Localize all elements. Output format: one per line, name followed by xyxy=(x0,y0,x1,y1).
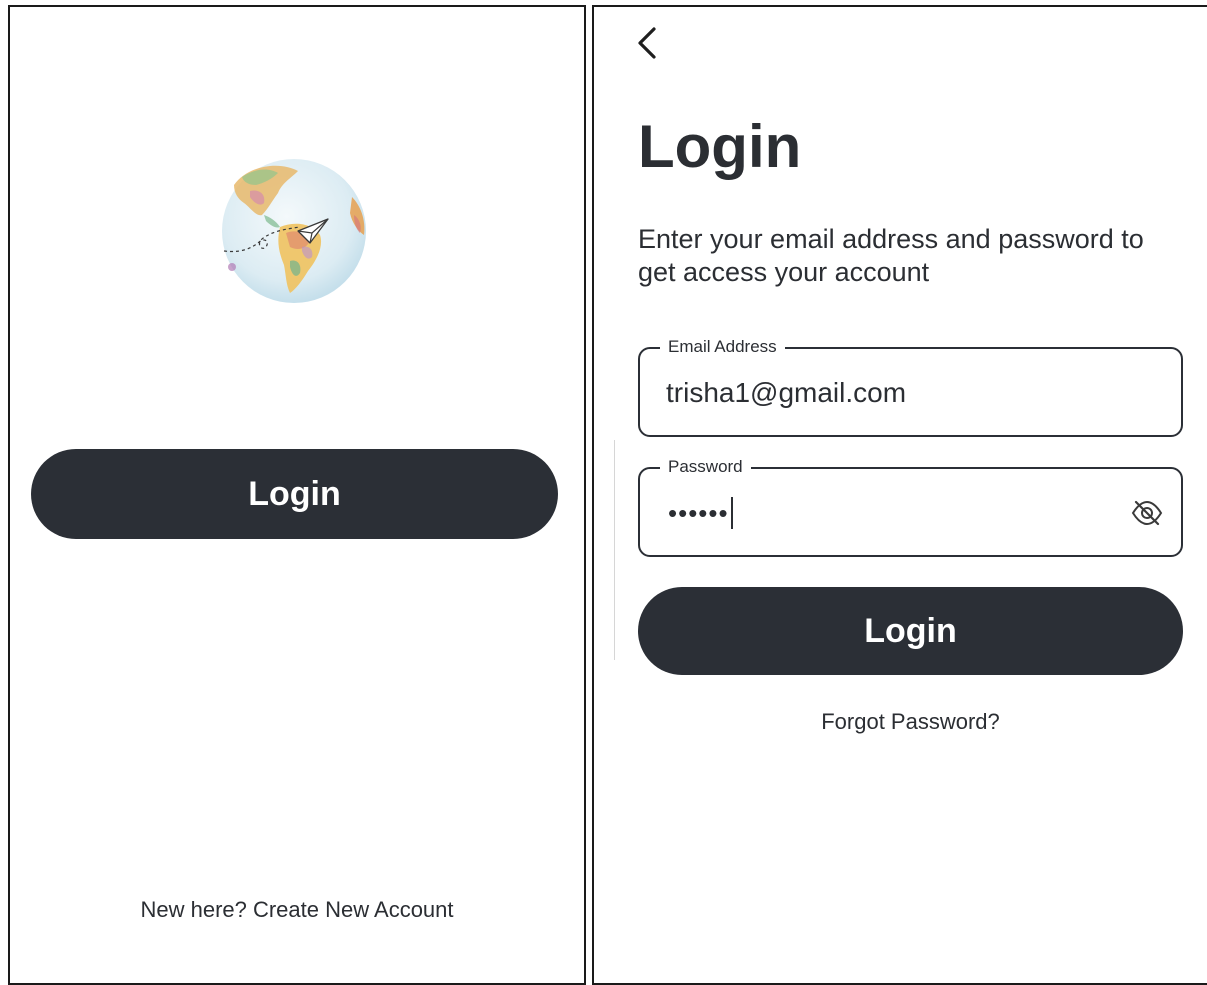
page-subtitle: Enter your email address and password to… xyxy=(638,224,1144,287)
eye-off-icon[interactable] xyxy=(1131,499,1163,527)
login-button[interactable]: Login xyxy=(31,449,558,539)
email-field-label: Email Address xyxy=(660,337,785,357)
welcome-screen: Login New here? Create New Account xyxy=(8,5,586,985)
email-input[interactable] xyxy=(666,373,1106,413)
page-title: Login xyxy=(638,113,802,180)
password-field-label: Password xyxy=(660,457,751,477)
submit-login-button[interactable]: Login xyxy=(638,587,1183,675)
chevron-left-icon[interactable] xyxy=(632,23,662,63)
forgot-password-link[interactable]: Forgot Password? xyxy=(638,709,1183,735)
globe-logo-icon xyxy=(222,159,366,303)
text-caret xyxy=(730,497,733,529)
create-account-link[interactable]: New here? Create New Account xyxy=(10,897,584,923)
screen-divider xyxy=(614,440,619,660)
password-masked-value: •••••• xyxy=(668,497,729,528)
password-field[interactable]: Password •••••• xyxy=(638,457,1183,557)
email-field[interactable]: Email Address xyxy=(638,337,1183,437)
password-input[interactable]: •••••• xyxy=(668,495,733,531)
login-screen: Login Enter your email address and passw… xyxy=(592,5,1207,985)
